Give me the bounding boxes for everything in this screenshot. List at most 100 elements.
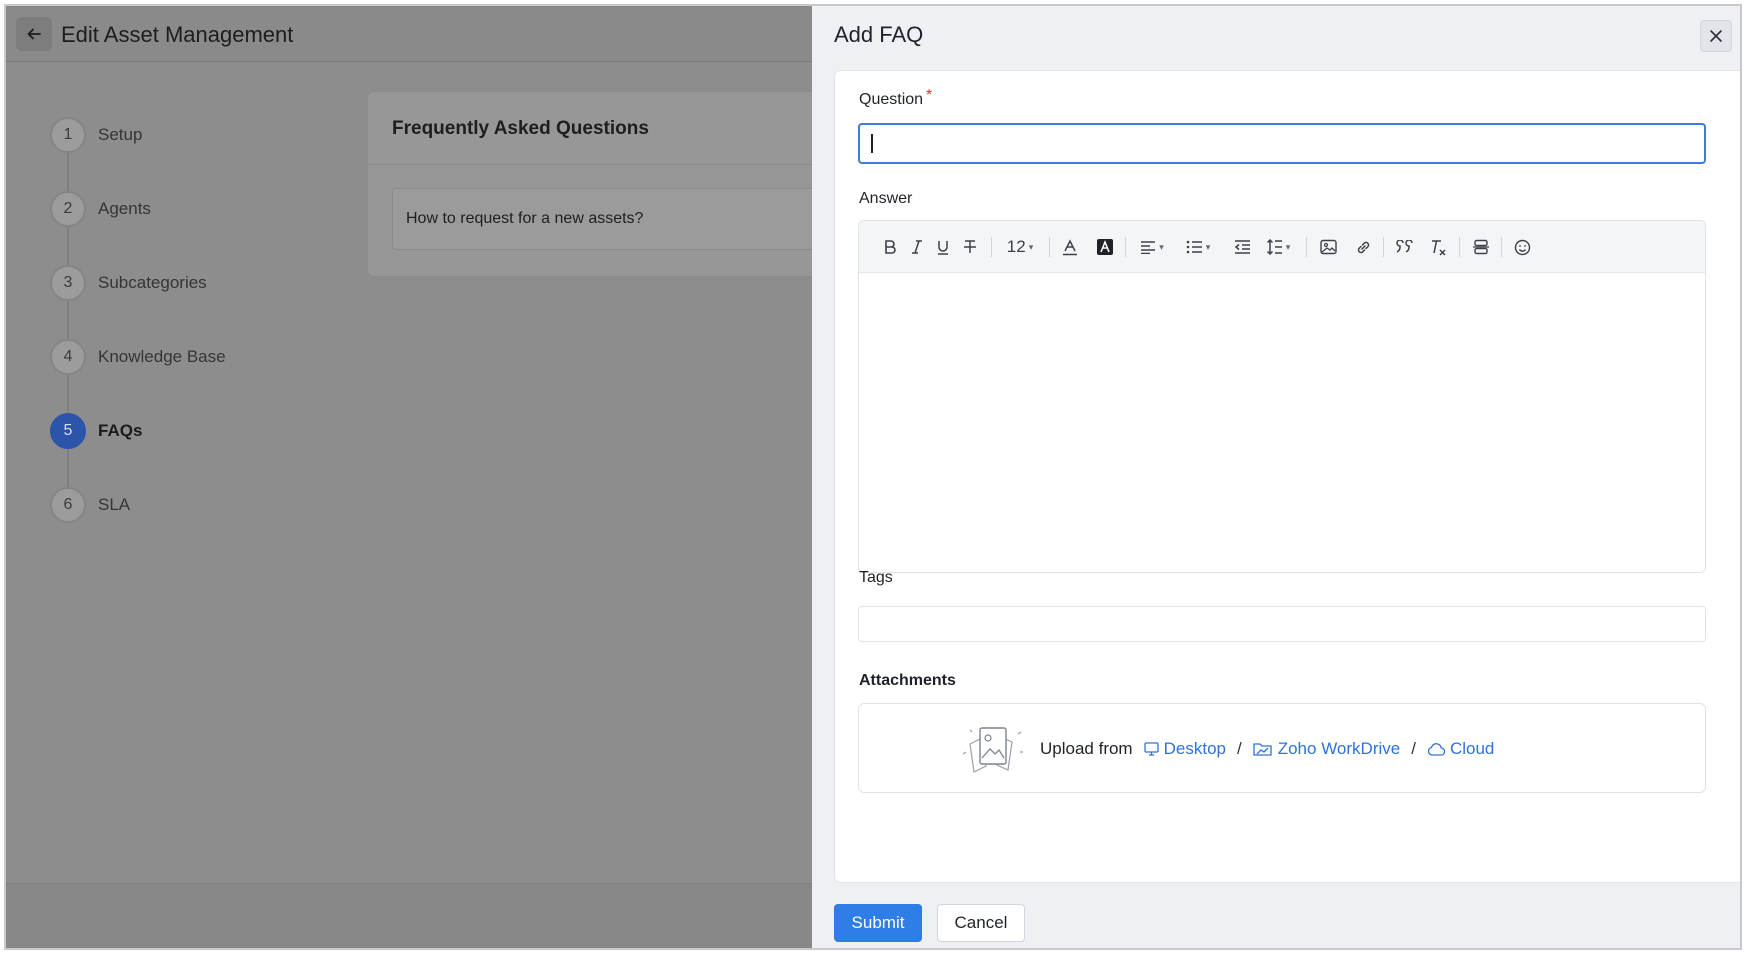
emoji-button[interactable] bbox=[1511, 234, 1533, 260]
step-label: Subcategories bbox=[98, 273, 207, 292]
emoji-icon bbox=[1514, 239, 1530, 255]
italic-icon bbox=[912, 240, 922, 254]
upload-cloud-link[interactable]: Cloud bbox=[1427, 739, 1494, 759]
line-height-button[interactable]: ▾ bbox=[1261, 234, 1295, 260]
chevron-down-icon: ▾ bbox=[1159, 241, 1164, 252]
question-input[interactable] bbox=[858, 123, 1706, 164]
upload-cloud-label: Cloud bbox=[1449, 739, 1495, 758]
faq-panel-title: Frequently Asked Questions bbox=[392, 118, 649, 139]
insert-link-icon bbox=[1357, 241, 1369, 253]
required-marker: * bbox=[926, 87, 933, 104]
add-faq-drawer: Add FAQ Question * Answer 12 ▾ ▾ ▾ ▾ Tag… bbox=[812, 6, 1740, 948]
cloud-icon bbox=[1427, 742, 1445, 756]
step-connector bbox=[67, 227, 69, 265]
drawer-title: Add FAQ bbox=[834, 22, 924, 47]
divider bbox=[368, 164, 818, 165]
chevron-down-icon: ▾ bbox=[1205, 241, 1211, 252]
toolbar-separator bbox=[1049, 237, 1050, 257]
step-connector bbox=[67, 375, 69, 413]
upload-desktop-link[interactable]: Desktop bbox=[1143, 739, 1226, 759]
insert-link-button[interactable] bbox=[1352, 234, 1374, 260]
underline-button[interactable] bbox=[932, 234, 954, 260]
step-number: 3 bbox=[50, 265, 86, 301]
insert-block-icon bbox=[1473, 239, 1489, 255]
editor-toolbar: 12 ▾ ▾ ▾ ▾ bbox=[859, 221, 1705, 273]
back-button[interactable] bbox=[16, 17, 52, 51]
step-agents[interactable]: 2 Agents bbox=[50, 191, 151, 227]
step-label: Agents bbox=[98, 199, 151, 218]
insert-image-button[interactable] bbox=[1317, 234, 1339, 260]
cancel-button[interactable]: Cancel bbox=[937, 904, 1025, 942]
text-color-button[interactable] bbox=[1059, 234, 1081, 260]
answer-editor-body[interactable] bbox=[859, 274, 1705, 572]
step-sla[interactable]: 6 SLA bbox=[50, 487, 130, 523]
insert-block-button[interactable] bbox=[1470, 234, 1492, 260]
blockquote-button[interactable] bbox=[1393, 234, 1415, 260]
chevron-down-icon: ▾ bbox=[1028, 241, 1034, 252]
toolbar-separator bbox=[1459, 237, 1460, 257]
list-button[interactable]: ▾ bbox=[1181, 234, 1215, 260]
toolbar-separator bbox=[1501, 237, 1502, 257]
arrow-left-icon bbox=[27, 28, 41, 40]
text-cursor bbox=[871, 134, 873, 153]
step-subcategories[interactable]: 3 Subcategories bbox=[50, 265, 207, 301]
step-number: 4 bbox=[50, 339, 86, 375]
toolbar-separator bbox=[1383, 237, 1384, 257]
align-button[interactable]: ▾ bbox=[1135, 234, 1169, 260]
align-icon bbox=[1141, 241, 1156, 254]
outdent-button[interactable] bbox=[1231, 234, 1253, 260]
clear-format-icon bbox=[1431, 239, 1446, 256]
step-label: Knowledge Base bbox=[98, 347, 226, 366]
upload-workdrive-link[interactable]: Zoho WorkDrive bbox=[1253, 739, 1401, 759]
upload-desktop-label: Desktop bbox=[1163, 739, 1226, 758]
upload-from-label: Upload from bbox=[1040, 739, 1133, 758]
upload-workdrive-label: Zoho WorkDrive bbox=[1277, 739, 1401, 758]
step-number: 1 bbox=[50, 117, 86, 153]
line-height-icon bbox=[1266, 239, 1282, 255]
bold-icon bbox=[885, 240, 896, 254]
font-size-select[interactable]: 12 ▾ bbox=[1000, 234, 1040, 260]
upload-files-illustration-icon bbox=[962, 727, 1023, 773]
page-title: Edit Asset Management bbox=[61, 22, 294, 47]
faq-panel: Frequently Asked Questions How to reques… bbox=[368, 92, 832, 276]
outdent-icon bbox=[1234, 240, 1250, 254]
attachments-label: Attachments bbox=[859, 672, 956, 689]
highlight-color-button[interactable] bbox=[1094, 234, 1116, 260]
answer-label: Answer bbox=[859, 190, 913, 207]
workdrive-icon bbox=[1253, 743, 1272, 756]
clear-format-button[interactable] bbox=[1427, 234, 1449, 260]
faq-item[interactable]: How to request for a new assets? bbox=[392, 188, 832, 250]
step-number: 6 bbox=[50, 487, 86, 523]
step-connector bbox=[67, 153, 69, 191]
step-number: 5 bbox=[50, 413, 86, 449]
tags-input[interactable] bbox=[858, 606, 1706, 642]
toolbar-separator bbox=[1306, 237, 1307, 257]
close-button[interactable] bbox=[1700, 20, 1732, 52]
font-size-value: 12 bbox=[1006, 237, 1026, 256]
app-window: Edit Asset Management 1 Setup 2 Agents 3… bbox=[4, 4, 1742, 950]
italic-button[interactable] bbox=[906, 234, 928, 260]
step-faqs[interactable]: 5 FAQs bbox=[50, 413, 142, 449]
separator-slash: / bbox=[1236, 739, 1242, 758]
close-icon bbox=[1710, 30, 1722, 42]
submit-button[interactable]: Submit bbox=[834, 904, 922, 942]
faq-form: Question * Answer 12 ▾ ▾ ▾ ▾ Tags Attach… bbox=[834, 70, 1740, 883]
step-number: 2 bbox=[50, 191, 86, 227]
step-connector bbox=[67, 449, 69, 487]
bold-button[interactable] bbox=[879, 234, 901, 260]
attachment-dropzone[interactable]: Upload from Desktop / Zoho WorkDrive / C… bbox=[858, 703, 1706, 793]
question-label-text: Question bbox=[859, 91, 924, 108]
strikethrough-button[interactable] bbox=[959, 234, 981, 260]
step-setup[interactable]: 1 Setup bbox=[50, 117, 142, 153]
upload-options: Upload from Desktop / Zoho WorkDrive / C… bbox=[962, 724, 1494, 774]
separator-slash: / bbox=[1411, 739, 1416, 758]
toolbar-separator bbox=[991, 237, 992, 257]
strikethrough-icon bbox=[964, 240, 976, 253]
step-label: FAQs bbox=[98, 421, 143, 440]
step-label: Setup bbox=[98, 125, 143, 144]
chevron-down-icon: ▾ bbox=[1285, 241, 1291, 252]
answer-editor[interactable]: 12 ▾ ▾ ▾ ▾ bbox=[858, 220, 1706, 573]
step-connector bbox=[67, 301, 69, 339]
step-knowledge-base[interactable]: 4 Knowledge Base bbox=[50, 339, 226, 375]
underline-icon bbox=[938, 240, 948, 255]
